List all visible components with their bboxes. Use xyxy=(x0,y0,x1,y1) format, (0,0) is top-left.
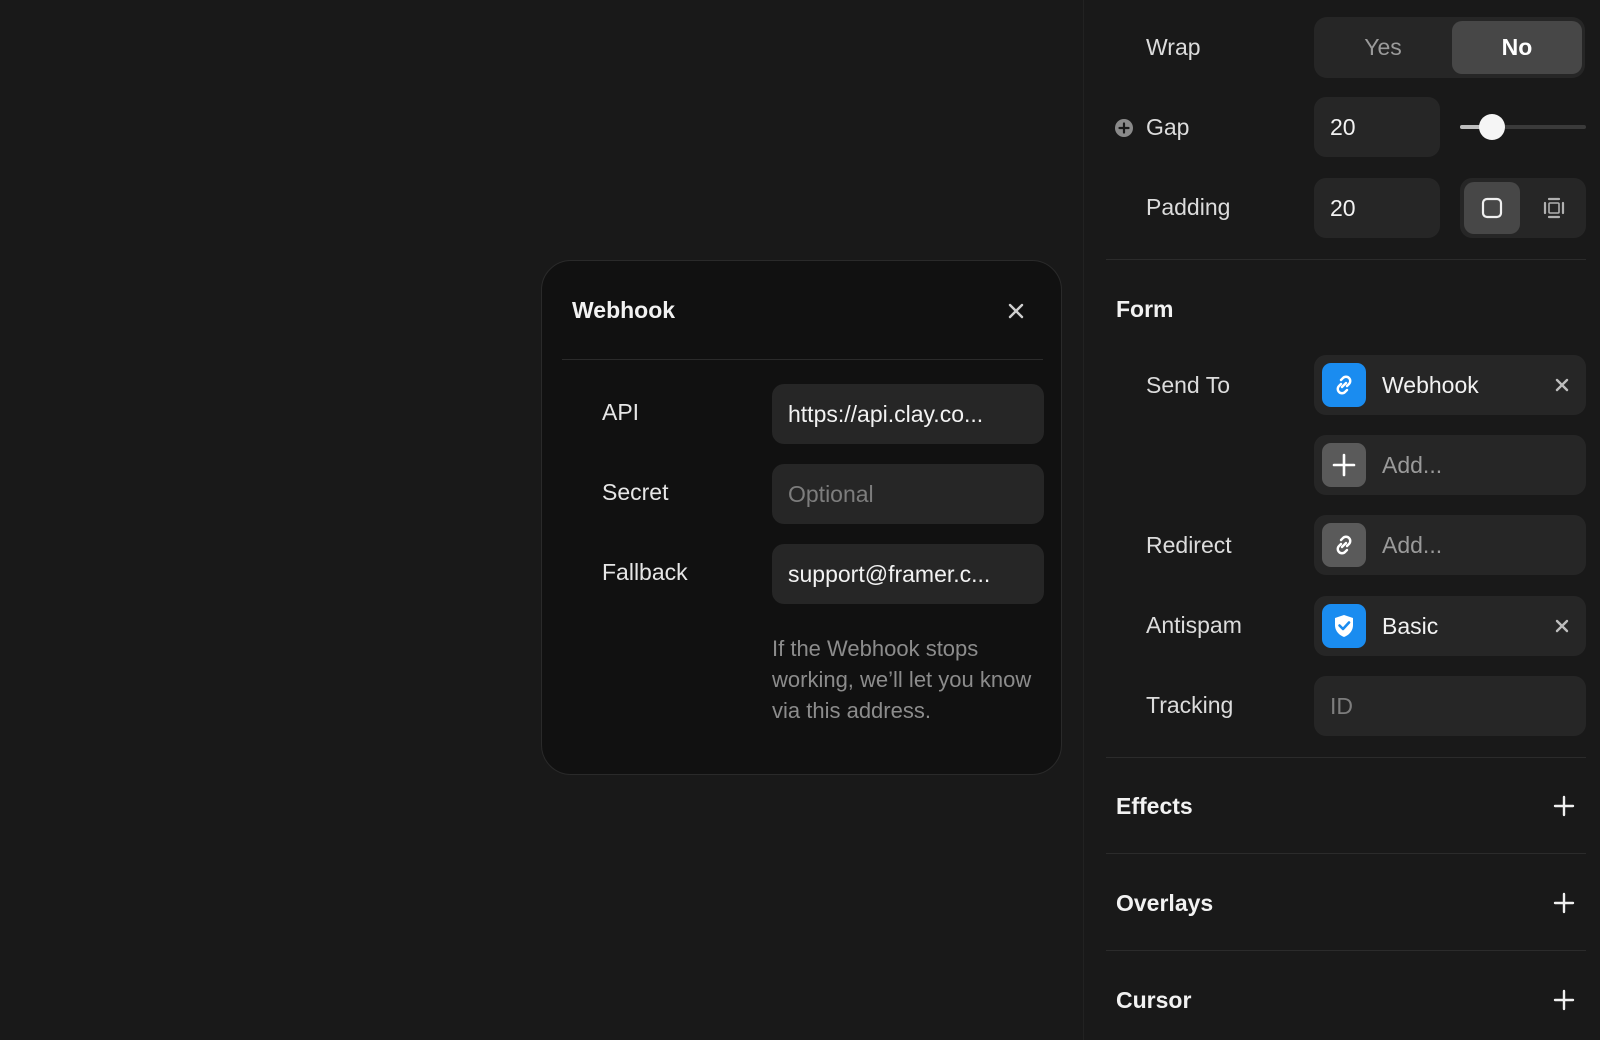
section-divider xyxy=(1106,853,1586,854)
padding-input[interactable]: 20 xyxy=(1314,178,1440,238)
modal-title: Webhook xyxy=(572,297,676,323)
section-divider xyxy=(1106,757,1586,758)
padding-label: Padding xyxy=(1146,194,1231,220)
secret-label: Secret xyxy=(602,479,669,505)
close-icon[interactable] xyxy=(1004,299,1028,323)
webhook-modal: Webhook API https://api.clay.co... Secre… xyxy=(541,260,1062,775)
plus-icon[interactable] xyxy=(1552,891,1576,915)
send-to-value: Webhook xyxy=(1382,372,1479,398)
padding-individual-button[interactable] xyxy=(1526,182,1582,234)
gap-slider-knob[interactable] xyxy=(1479,114,1505,140)
gap-input[interactable]: 20 xyxy=(1314,97,1440,157)
send-to-webhook-item[interactable]: Webhook xyxy=(1314,355,1586,415)
antispam-label: Antispam xyxy=(1146,612,1242,638)
wrap-yes-option[interactable]: Yes xyxy=(1318,21,1448,74)
section-divider xyxy=(1106,950,1586,951)
api-label: API xyxy=(602,399,640,425)
close-icon[interactable] xyxy=(1550,373,1574,397)
fallback-input[interactable]: support@framer.c... xyxy=(772,544,1044,604)
redirect-label: Redirect xyxy=(1146,532,1232,558)
wrap-toggle: Yes No xyxy=(1314,17,1585,78)
secret-input[interactable]: Optional xyxy=(772,464,1044,524)
form-section-title: Form xyxy=(1116,296,1174,322)
fallback-help-text: If the Webhook stops working, we’ll let … xyxy=(772,636,1032,723)
padding-uniform-button[interactable] xyxy=(1464,182,1520,234)
plus-circle-icon[interactable] xyxy=(1114,118,1134,138)
send-to-add-button[interactable]: Add... xyxy=(1314,435,1586,495)
modal-divider xyxy=(562,359,1043,360)
close-icon[interactable] xyxy=(1550,614,1574,638)
plus-icon[interactable] xyxy=(1552,988,1576,1012)
padding-mode-toggle xyxy=(1460,178,1586,238)
antispam-basic-item[interactable]: Basic xyxy=(1314,596,1586,656)
redirect-add-label: Add... xyxy=(1382,532,1443,558)
send-to-add-label: Add... xyxy=(1382,452,1443,478)
api-input[interactable]: https://api.clay.co... xyxy=(772,384,1044,444)
overlays-section-title[interactable]: Overlays xyxy=(1116,890,1213,917)
antispam-value: Basic xyxy=(1382,613,1439,639)
padding-uniform-icon xyxy=(1481,197,1503,219)
wrap-no-option[interactable]: No xyxy=(1452,21,1582,74)
gap-label: Gap xyxy=(1146,114,1190,140)
shield-check-icon xyxy=(1322,604,1366,648)
padding-individual-icon xyxy=(1543,197,1565,219)
send-to-label: Send To xyxy=(1146,372,1230,398)
section-divider xyxy=(1106,259,1586,260)
link-icon xyxy=(1322,523,1366,567)
cursor-section-title[interactable]: Cursor xyxy=(1116,987,1191,1014)
plus-icon[interactable] xyxy=(1552,794,1576,818)
link-icon xyxy=(1322,363,1366,407)
redirect-add-button[interactable]: Add... xyxy=(1314,515,1586,575)
wrap-label: Wrap xyxy=(1146,34,1201,60)
fallback-label: Fallback xyxy=(602,559,688,585)
tracking-label: Tracking xyxy=(1146,692,1234,718)
effects-section-title[interactable]: Effects xyxy=(1116,793,1193,820)
plus-icon xyxy=(1322,443,1366,487)
tracking-input[interactable]: ID xyxy=(1314,676,1586,736)
